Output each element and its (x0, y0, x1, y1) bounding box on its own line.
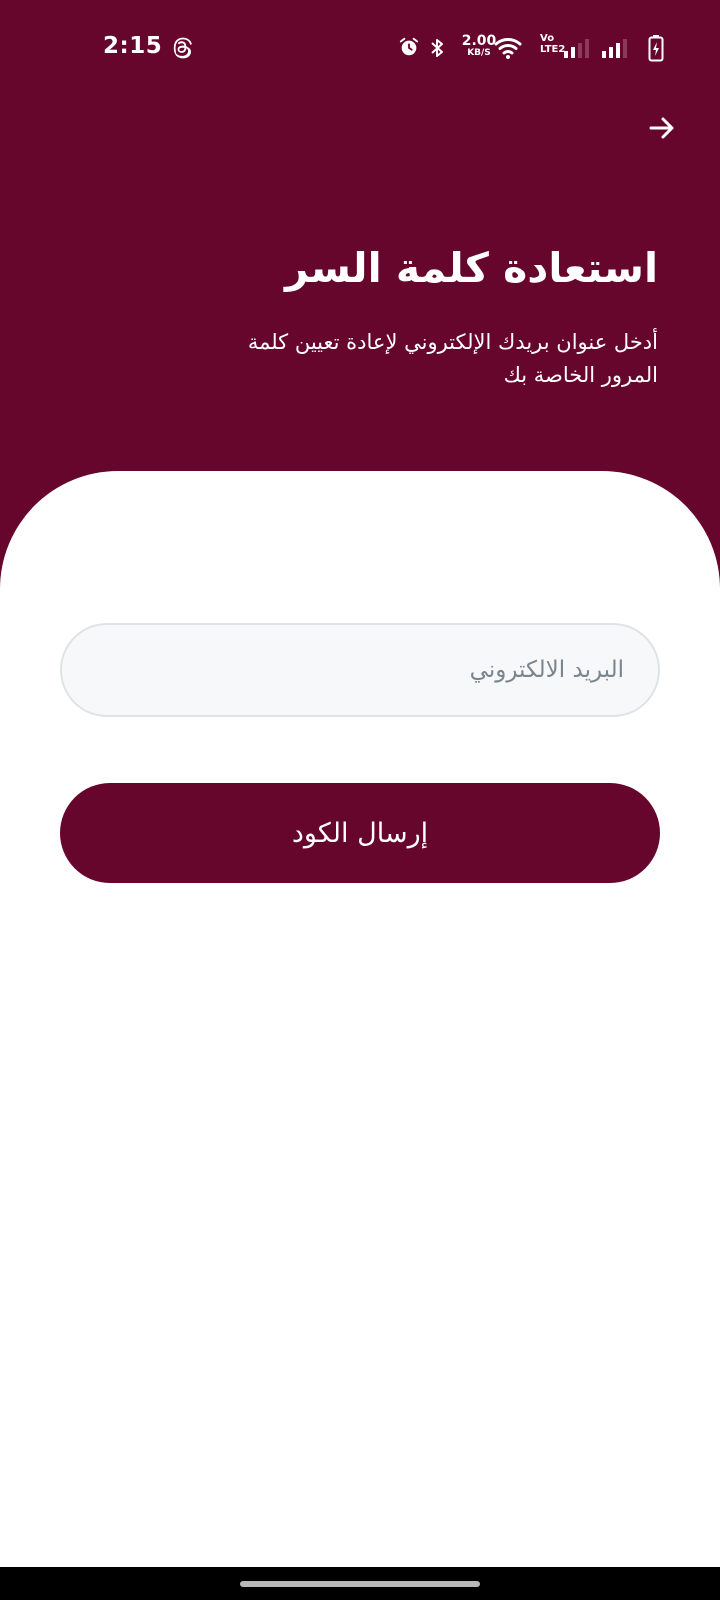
signal-icon (602, 39, 627, 58)
network-speed: 2.00 KB/S (461, 34, 497, 58)
email-field[interactable] (60, 623, 660, 717)
page-subtitle: أدخل عنوان بريدك الإلكتروني لإعادة تعيين… (247, 330, 658, 387)
forgot-password-screen: 2:15 2.00 KB/S Vo LTE2 استعادة كلمة السر… (0, 0, 720, 1600)
wifi-icon (494, 38, 522, 59)
send-code-button[interactable]: إرسال الكود (60, 783, 660, 883)
threads-icon (173, 37, 192, 59)
alarm-icon (399, 37, 419, 56)
arrow-right-icon (649, 117, 674, 139)
battery-charging-icon (648, 35, 664, 62)
status-bar: 2:15 2.00 KB/S Vo LTE2 (0, 0, 720, 96)
back-button[interactable] (645, 111, 679, 145)
bluetooth-icon (431, 39, 443, 57)
home-indicator[interactable] (240, 1581, 480, 1587)
network-speed-value: 2.00 (461, 33, 497, 49)
page-title: استعادة كلمة السر (284, 244, 658, 292)
navigation-bar (0, 1567, 720, 1600)
network-speed-unit: KB/S (467, 48, 491, 58)
email-input[interactable] (62, 625, 658, 715)
status-time: 2:15 (103, 33, 163, 59)
signal-icon (564, 39, 589, 58)
